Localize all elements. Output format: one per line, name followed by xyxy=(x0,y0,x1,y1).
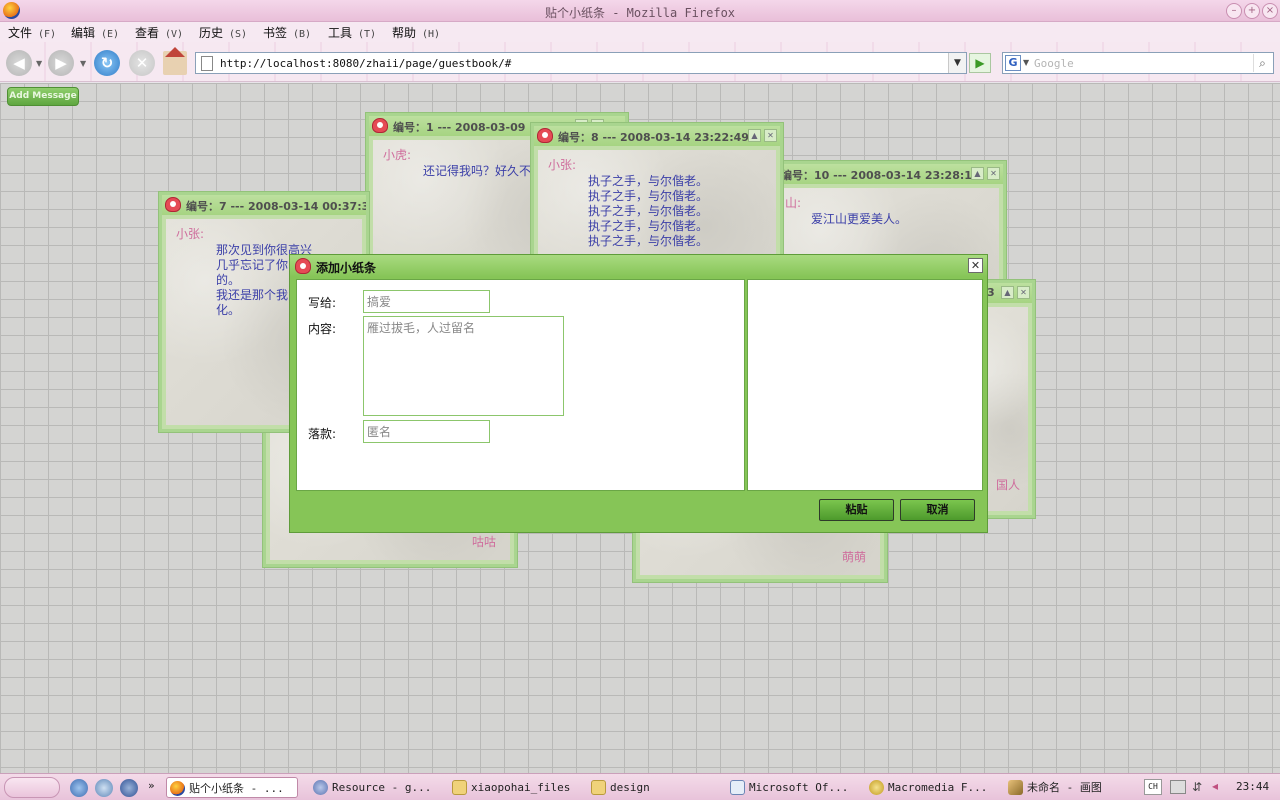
collapse-icon[interactable]: ▲ xyxy=(971,167,984,180)
note-title: 编号：10 --- 2008-03-14 23:28:17 xyxy=(781,169,980,182)
content-textarea[interactable] xyxy=(363,316,564,416)
note-preview-panel xyxy=(747,279,983,491)
menu-help[interactable]: 帮助 (H) xyxy=(392,24,440,41)
signature-label: 落款: xyxy=(308,427,337,441)
collapse-icon[interactable]: ▲ xyxy=(1001,286,1014,299)
forward-arrow-icon[interactable]: ▶ xyxy=(48,50,74,76)
to-label: 写给: xyxy=(308,296,337,310)
note-recipient: 山: xyxy=(785,196,802,210)
search-engine-icon[interactable]: G xyxy=(1005,55,1021,71)
minimize-icon[interactable]: – xyxy=(1226,3,1242,19)
task-design[interactable]: design xyxy=(588,777,723,798)
reload-icon[interactable]: ↻ xyxy=(94,50,120,76)
arrow-left-icon[interactable]: ◂ xyxy=(1212,779,1218,793)
search-engine-dropdown-icon[interactable]: ▼ xyxy=(1023,58,1029,67)
task-resource[interactable]: Resource - g... xyxy=(310,777,445,798)
clock: 23:44 xyxy=(1236,780,1270,793)
note-recipient: 小张: xyxy=(548,158,577,172)
task-microsoft-office[interactable]: Microsoft Of... xyxy=(727,777,862,798)
menu-bookmarks[interactable]: 书签 (B) xyxy=(263,24,311,41)
show-desktop-icon[interactable] xyxy=(70,779,88,797)
language-indicator[interactable]: CH xyxy=(1144,779,1162,795)
system-tray: CH ⇵ ◂ 23:44 xyxy=(1140,774,1280,800)
window-title: 贴个小纸条 - Mozilla Firefox xyxy=(544,6,736,20)
office-icon xyxy=(730,780,745,795)
home-icon[interactable] xyxy=(163,47,187,75)
heart-icon xyxy=(537,128,553,143)
paint-icon xyxy=(1008,780,1023,795)
keyboard-icon[interactable] xyxy=(1170,780,1186,794)
heart-icon xyxy=(165,197,181,212)
start-button[interactable] xyxy=(4,777,60,798)
url-history-dropdown-icon[interactable]: ▼ xyxy=(948,53,966,73)
note-signature: 萌萌 xyxy=(841,550,866,564)
network-icon[interactable]: ⇵ xyxy=(1192,780,1202,794)
add-note-dialog: 添加小纸条 ✕ 写给: 内容: 落款: 粘贴 取消 xyxy=(289,254,988,533)
folder-icon xyxy=(452,780,467,795)
search-input[interactable] xyxy=(1034,55,1244,71)
content-label: 内容: xyxy=(308,322,337,336)
task-xiaopohai-files[interactable]: xiaopohai_files xyxy=(449,777,584,798)
note-header[interactable]: 编号：7 --- 2008-03-14 00:37:34 xyxy=(162,195,366,215)
close-icon[interactable]: ✕ xyxy=(1017,286,1030,299)
address-bar[interactable]: ▼ xyxy=(195,52,967,74)
more-chevron-icon[interactable]: » xyxy=(148,779,155,792)
taskbar: » 贴个小纸条 - ... Resource - g... xiaopohai_… xyxy=(0,773,1280,800)
search-bar[interactable]: G ▼ ⌕ xyxy=(1002,52,1274,74)
close-icon[interactable]: × xyxy=(1262,3,1278,19)
firefox-icon xyxy=(170,781,185,796)
add-message-button[interactable]: Add Message xyxy=(7,87,79,106)
task-firefox[interactable]: 贴个小纸条 - ... xyxy=(166,777,298,798)
signature-input[interactable] xyxy=(363,420,490,443)
menu-edit[interactable]: 编辑 (E) xyxy=(71,24,119,41)
search-icon[interactable]: ⌕ xyxy=(1253,54,1271,72)
note-header[interactable]: 编号：10 --- 2008-03-14 23:28:17 ▲ ✕ xyxy=(773,164,1003,184)
folder-icon xyxy=(591,780,606,795)
eclipse-icon xyxy=(313,780,328,795)
note-message: 还记得我吗？好久不 xyxy=(423,164,532,178)
note-message: 爱江山更爱美人。 xyxy=(811,212,908,226)
paste-note-button[interactable]: 粘贴 xyxy=(819,499,894,521)
ie-browser-icon[interactable] xyxy=(95,779,113,797)
note-signature: 咕咕 xyxy=(471,535,496,549)
dialog-title: 添加小纸条 xyxy=(316,261,377,275)
to-input[interactable] xyxy=(363,290,490,313)
media-player-icon[interactable] xyxy=(120,779,138,797)
back-dropdown-icon[interactable]: ▼ xyxy=(36,59,42,68)
menu-view[interactable]: 查看 (V) xyxy=(135,24,183,41)
url-input[interactable] xyxy=(220,55,940,71)
task-macromedia[interactable]: Macromedia F... xyxy=(866,777,1001,798)
note-header[interactable]: 编号：8 --- 2008-03-14 23:22:49 ▲ ✕ xyxy=(534,126,780,146)
dialog-close-icon[interactable]: ✕ xyxy=(968,258,983,273)
menu-tools[interactable]: 工具 (T) xyxy=(328,24,376,41)
macromedia-icon xyxy=(869,780,884,795)
dialog-header[interactable]: 添加小纸条 ✕ xyxy=(290,255,987,277)
note-title: 编号：8 --- 2008-03-14 23:22:49 xyxy=(558,131,749,144)
window-title-bar: 贴个小纸条 - Mozilla Firefox – + × xyxy=(0,0,1280,22)
stop-icon[interactable]: ✕ xyxy=(129,50,155,76)
note-signature: 国人 xyxy=(995,478,1020,492)
page-icon xyxy=(201,56,213,71)
note-message: 执子之手，与尔偕老。 执子之手，与尔偕老。 执子之手，与尔偕老。 执子之手，与尔… xyxy=(588,174,709,248)
collapse-icon[interactable]: ▲ xyxy=(748,129,761,142)
heart-icon xyxy=(295,258,311,274)
task-paint[interactable]: 未命名 - 画图 xyxy=(1005,777,1135,798)
forward-dropdown-icon[interactable]: ▼ xyxy=(80,59,86,68)
cancel-button[interactable]: 取消 xyxy=(900,499,975,521)
close-icon[interactable]: ✕ xyxy=(764,129,777,142)
note-form-panel: 写给: 内容: 落款: xyxy=(296,279,745,491)
menu-history[interactable]: 历史 (S) xyxy=(199,24,247,41)
menu-bar: 文件 (F) 编辑 (E) 查看 (V) 历史 (S) 书签 (B) 工具 (T) 帮助 (H… xyxy=(0,22,1280,42)
heart-icon xyxy=(372,118,388,133)
note-title: 3 xyxy=(987,286,995,299)
back-arrow-icon[interactable]: ◀ xyxy=(6,50,32,76)
menu-file[interactable]: 文件 (F) xyxy=(8,24,56,41)
close-icon[interactable]: ✕ xyxy=(987,167,1000,180)
maximize-icon[interactable]: + xyxy=(1244,3,1260,19)
note-recipient: 小张: xyxy=(176,227,205,241)
note-title: 编号：7 --- 2008-03-14 00:37:34 xyxy=(186,200,366,213)
note-recipient: 小虎: xyxy=(383,148,412,162)
go-arrow-icon[interactable]: ▶ xyxy=(969,53,991,73)
